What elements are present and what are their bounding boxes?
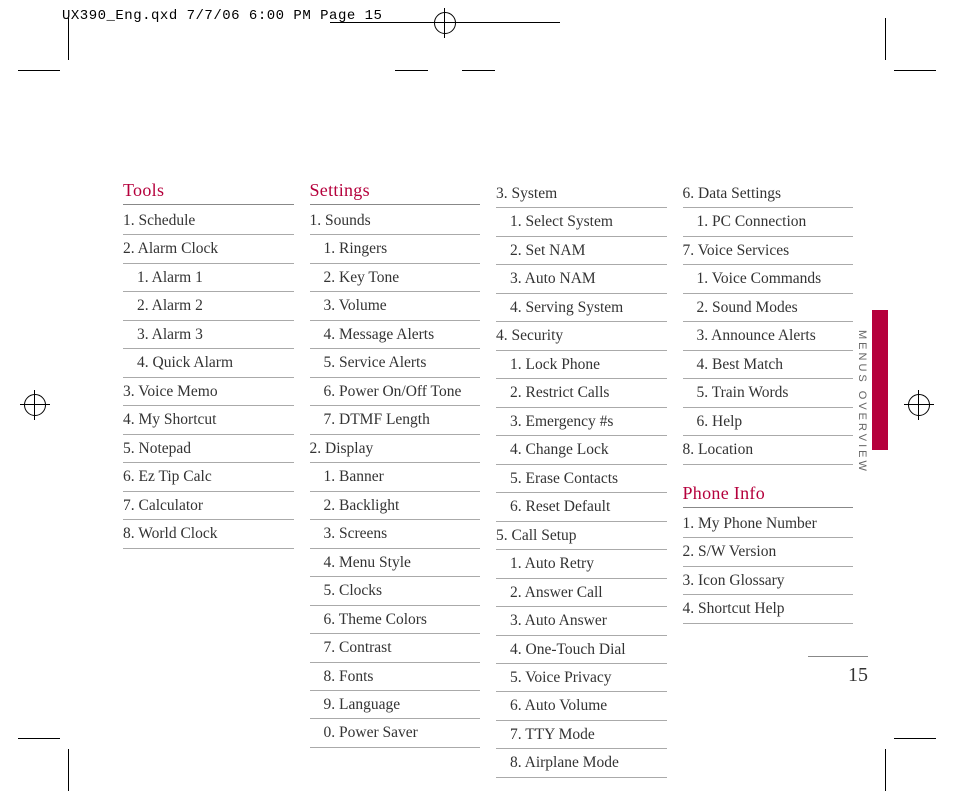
heading-tools: Tools	[123, 180, 294, 205]
menu-item: 8. Airplane Mode	[496, 749, 667, 777]
menu-item: 7. Voice Services	[683, 237, 854, 265]
crop-mark-icon	[885, 18, 886, 60]
registration-mark-icon	[434, 12, 456, 34]
menu-item: 5. Clocks	[310, 577, 481, 605]
menu-item: 2. Restrict Calls	[496, 379, 667, 407]
crop-mark-icon	[68, 749, 69, 791]
menu-item: 8. Fonts	[310, 663, 481, 691]
menu-item: 3. Alarm 3	[123, 321, 294, 349]
crop-mark-icon	[462, 70, 495, 71]
menu-item: 6. Ez Tip Calc	[123, 463, 294, 491]
menu-item: 6. Auto Volume	[496, 692, 667, 720]
menu-item: 4. Message Alerts	[310, 321, 481, 349]
menu-item: 1. Alarm 1	[123, 264, 294, 292]
menu-item: 3. Voice Memo	[123, 378, 294, 406]
registration-mark-icon	[24, 394, 46, 416]
crop-mark-icon	[68, 18, 69, 60]
menu-item: 2. Set NAM	[496, 237, 667, 265]
menu-item: 4. My Shortcut	[123, 406, 294, 434]
menu-item: 1. Auto Retry	[496, 550, 667, 578]
menu-item: 3. Auto NAM	[496, 265, 667, 293]
section-tab	[872, 310, 888, 450]
menu-item: 7. DTMF Length	[310, 406, 481, 434]
menu-item: 2. Key Tone	[310, 264, 481, 292]
crop-mark-icon	[894, 70, 936, 71]
menu-item: 4. Menu Style	[310, 549, 481, 577]
menu-item: 4. Quick Alarm	[123, 349, 294, 377]
crop-mark-icon	[894, 738, 936, 739]
column-right: 6. Data Settings1. PC Connection7. Voice…	[683, 180, 854, 778]
menu-item: 6. Theme Colors	[310, 606, 481, 634]
menu-item: 5. Service Alerts	[310, 349, 481, 377]
crop-mark-icon	[395, 70, 428, 71]
section-label: MENUS OVERVIEW	[856, 330, 868, 474]
menu-item: 7. Contrast	[310, 634, 481, 662]
page-content: Tools 1. Schedule2. Alarm Clock1. Alarm …	[123, 180, 853, 778]
menu-item: 1. Schedule	[123, 207, 294, 235]
menu-item: 3. Icon Glossary	[683, 567, 854, 595]
crop-mark-icon	[18, 70, 60, 71]
menu-item: 2. S/W Version	[683, 538, 854, 566]
column-tools: Tools 1. Schedule2. Alarm Clock1. Alarm …	[123, 180, 294, 778]
crop-mark-icon	[330, 22, 560, 23]
menu-item: 1. PC Connection	[683, 208, 854, 236]
menu-item: 6. Power On/Off Tone	[310, 378, 481, 406]
menu-item: 1. My Phone Number	[683, 510, 854, 538]
menu-item: 6. Reset Default	[496, 493, 667, 521]
menu-item: 2. Display	[310, 435, 481, 463]
menu-item: 3. Screens	[310, 520, 481, 548]
menu-item: 3. Auto Answer	[496, 607, 667, 635]
menu-item: 1. Voice Commands	[683, 265, 854, 293]
menu-item: 8. World Clock	[123, 520, 294, 548]
menu-item: 5. Erase Contacts	[496, 465, 667, 493]
menu-item: 5. Call Setup	[496, 522, 667, 550]
crop-mark-icon	[18, 738, 60, 739]
menu-item: 4. Security	[496, 322, 667, 350]
menu-item: 1. Sounds	[310, 207, 481, 235]
registration-mark-icon	[908, 394, 930, 416]
menu-item: 3. Volume	[310, 292, 481, 320]
menu-item: 6. Data Settings	[683, 180, 854, 208]
menu-item: 2. Sound Modes	[683, 294, 854, 322]
menu-item: 4. Change Lock	[496, 436, 667, 464]
menu-item: 3. Emergency #s	[496, 408, 667, 436]
menu-item: 8. Location	[683, 436, 854, 464]
menu-item: 2. Backlight	[310, 492, 481, 520]
menu-item: 7. Calculator	[123, 492, 294, 520]
menu-item: 3. Announce Alerts	[683, 322, 854, 350]
menu-item: 6. Help	[683, 408, 854, 436]
menu-item: 2. Alarm Clock	[123, 235, 294, 263]
menu-item: 3. System	[496, 180, 667, 208]
menu-item: 1. Lock Phone	[496, 351, 667, 379]
menu-item: 5. Voice Privacy	[496, 664, 667, 692]
menu-item: 4. Shortcut Help	[683, 595, 854, 623]
menu-item: 9. Language	[310, 691, 481, 719]
crop-mark-icon	[885, 749, 886, 791]
menu-item: 1. Banner	[310, 463, 481, 491]
menu-item: 1. Ringers	[310, 235, 481, 263]
menu-item: 5. Notepad	[123, 435, 294, 463]
menu-item: 2. Answer Call	[496, 579, 667, 607]
menu-item: 7. TTY Mode	[496, 721, 667, 749]
menu-item: 1. Select System	[496, 208, 667, 236]
menu-item: 4. Serving System	[496, 294, 667, 322]
menu-item: 0. Power Saver	[310, 719, 481, 747]
heading-settings: Settings	[310, 180, 481, 205]
menu-item: 5. Train Words	[683, 379, 854, 407]
menu-item: 4. One-Touch Dial	[496, 636, 667, 664]
column-settings-cont: 3. System1. Select System2. Set NAM3. Au…	[496, 180, 667, 778]
column-settings: Settings 1. Sounds1. Ringers2. Key Tone3…	[310, 180, 481, 778]
menu-item: 2. Alarm 2	[123, 292, 294, 320]
menu-item: 4. Best Match	[683, 351, 854, 379]
heading-phone-info: Phone Info	[683, 483, 854, 508]
